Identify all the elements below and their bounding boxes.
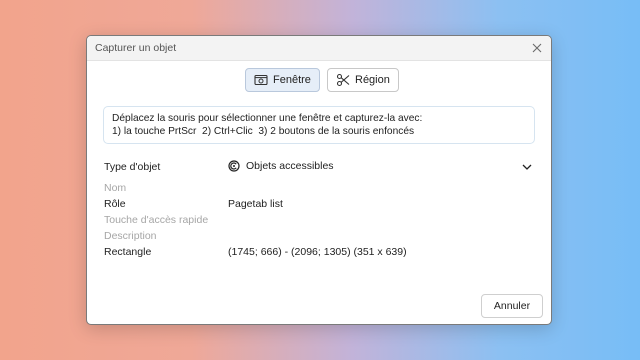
rectangle-label: Rectangle [104,246,152,258]
shortcut-key-label: Touche d'accès rapide [104,214,209,226]
title-bar: Capturer un objet [87,36,551,61]
scissors-icon [336,73,350,87]
description-label: Description [104,230,157,242]
name-label: Nom [104,182,127,194]
object-type-label: Type d'objet [104,161,161,173]
capture-object-dialog: Capturer un objet Fenêtre Région Déplace… [86,35,552,325]
instructions-line-1: Déplacez la souris pour sélectionner une… [112,113,423,124]
window-mode-button[interactable]: Fenêtre [245,68,320,92]
chevron-down-icon[interactable] [521,160,533,172]
accessibility-object-icon [228,160,240,172]
instructions-box: Déplacez la souris pour sélectionner une… [103,106,535,144]
dialog-title: Capturer un objet [95,42,177,54]
region-mode-button[interactable]: Région [327,68,399,92]
object-type-select[interactable]: Objets accessibles [228,160,334,172]
role-value: Pagetab list [228,198,283,210]
window-mode-label: Fenêtre [273,74,311,86]
object-type-value: Objets accessibles [246,160,334,172]
instructions-line-2: 1) la touche PrtScr 2) Ctrl+Clic 3) 2 bo… [112,126,415,137]
rectangle-value: (1745; 666) - (2096; 1305) (351 x 639) [228,246,407,258]
camera-window-icon [254,73,268,87]
cancel-button[interactable]: Annuler [481,294,543,318]
close-icon[interactable] [529,40,545,56]
region-mode-label: Région [355,74,390,86]
role-label: Rôle [104,198,126,210]
